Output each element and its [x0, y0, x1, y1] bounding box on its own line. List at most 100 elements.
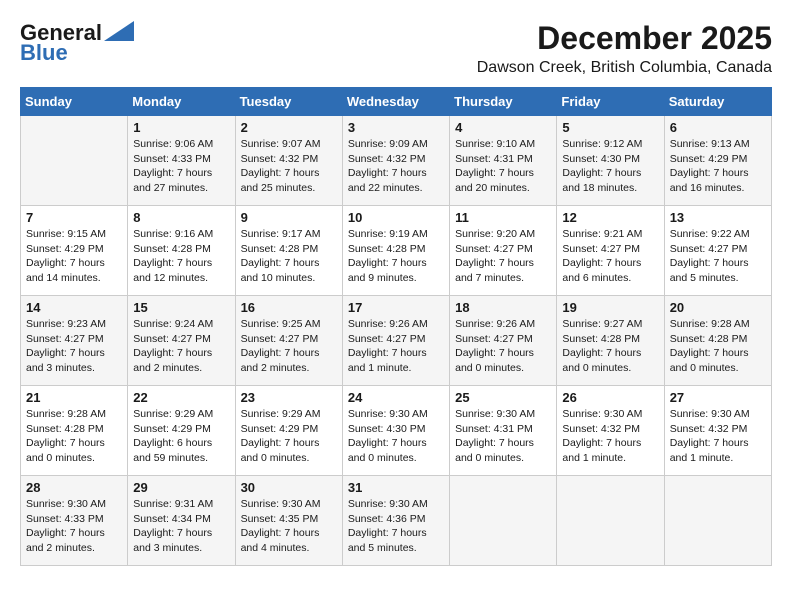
day-number: 5: [562, 120, 658, 135]
day-info: Sunrise: 9:15 AMSunset: 4:29 PMDaylight:…: [26, 227, 122, 286]
calendar-cell: 16 Sunrise: 9:25 AMSunset: 4:27 PMDayligh…: [235, 296, 342, 386]
header-saturday: Saturday: [664, 88, 771, 116]
day-number: 7: [26, 210, 122, 225]
day-number: 14: [26, 300, 122, 315]
day-number: 13: [670, 210, 766, 225]
day-info: Sunrise: 9:30 AMSunset: 4:30 PMDaylight:…: [348, 407, 444, 466]
day-number: 11: [455, 210, 551, 225]
day-info: Sunrise: 9:28 AMSunset: 4:28 PMDaylight:…: [26, 407, 122, 466]
day-number: 4: [455, 120, 551, 135]
calendar-cell: 5 Sunrise: 9:12 AMSunset: 4:30 PMDaylight…: [557, 116, 664, 206]
day-info: Sunrise: 9:30 AMSunset: 4:31 PMDaylight:…: [455, 407, 551, 466]
day-info: Sunrise: 9:29 AMSunset: 4:29 PMDaylight:…: [241, 407, 337, 466]
calendar-cell: [21, 116, 128, 206]
calendar-cell: 29 Sunrise: 9:31 AMSunset: 4:34 PMDayligh…: [128, 476, 235, 566]
day-number: 2: [241, 120, 337, 135]
calendar-cell: 26Sunrise: 9:30 AMSunset: 4:32 PMDayligh…: [557, 386, 664, 476]
header-tuesday: Tuesday: [235, 88, 342, 116]
day-info: Sunrise: 9:16 AMSunset: 4:28 PMDaylight:…: [133, 227, 229, 286]
header: General Blue December 2025 Dawson Creek,…: [20, 20, 772, 77]
day-info: Sunrise: 9:19 AMSunset: 4:28 PMDaylight:…: [348, 227, 444, 286]
calendar-cell: 2 Sunrise: 9:07 AMSunset: 4:32 PMDaylight…: [235, 116, 342, 206]
day-number: 3: [348, 120, 444, 135]
day-info: Sunrise: 9:10 AMSunset: 4:31 PMDaylight:…: [455, 137, 551, 196]
day-number: 28: [26, 480, 122, 495]
day-number: 20: [670, 300, 766, 315]
header-thursday: Thursday: [450, 88, 557, 116]
day-info: Sunrise: 9:23 AMSunset: 4:27 PMDaylight:…: [26, 317, 122, 376]
header-friday: Friday: [557, 88, 664, 116]
day-number: 9: [241, 210, 337, 225]
calendar-body: 1Sunrise: 9:06 AMSunset: 4:33 PMDaylight…: [21, 116, 772, 566]
calendar-cell: 8Sunrise: 9:16 AMSunset: 4:28 PMDaylight…: [128, 206, 235, 296]
title-area: December 2025 Dawson Creek, British Colu…: [477, 20, 772, 77]
day-info: Sunrise: 9:30 AMSunset: 4:33 PMDaylight:…: [26, 497, 122, 556]
day-number: 10: [348, 210, 444, 225]
calendar-header: SundayMondayTuesdayWednesdayThursdayFrid…: [21, 88, 772, 116]
calendar-table: SundayMondayTuesdayWednesdayThursdayFrid…: [20, 87, 772, 566]
main-title: December 2025: [477, 20, 772, 57]
calendar-cell: 13Sunrise: 9:22 AMSunset: 4:27 PMDayligh…: [664, 206, 771, 296]
calendar-cell: 22 Sunrise: 9:29 AMSunset: 4:29 PMDayligh…: [128, 386, 235, 476]
header-monday: Monday: [128, 88, 235, 116]
calendar-cell: 20 Sunrise: 9:28 AMSunset: 4:28 PMDayligh…: [664, 296, 771, 386]
day-info: Sunrise: 9:30 AMSunset: 4:35 PMDaylight:…: [241, 497, 337, 556]
day-number: 26: [562, 390, 658, 405]
day-info: Sunrise: 9:17 AMSunset: 4:28 PMDaylight:…: [241, 227, 337, 286]
logo-blue: Blue: [20, 40, 68, 66]
logo-icon: [104, 21, 134, 41]
day-info: Sunrise: 9:29 AMSunset: 4:29 PMDaylight:…: [133, 407, 229, 466]
calendar-cell: 19Sunrise: 9:27 AMSunset: 4:28 PMDayligh…: [557, 296, 664, 386]
day-info: Sunrise: 9:06 AMSunset: 4:33 PMDaylight:…: [133, 137, 229, 196]
calendar-cell: 27Sunrise: 9:30 AMSunset: 4:32 PMDayligh…: [664, 386, 771, 476]
day-info: Sunrise: 9:25 AMSunset: 4:27 PMDaylight:…: [241, 317, 337, 376]
day-info: Sunrise: 9:28 AMSunset: 4:28 PMDaylight:…: [670, 317, 766, 376]
day-info: Sunrise: 9:31 AMSunset: 4:34 PMDaylight:…: [133, 497, 229, 556]
day-info: Sunrise: 9:07 AMSunset: 4:32 PMDaylight:…: [241, 137, 337, 196]
week-row-4: 21Sunrise: 9:28 AMSunset: 4:28 PMDayligh…: [21, 386, 772, 476]
calendar-cell: 17Sunrise: 9:26 AMSunset: 4:27 PMDayligh…: [342, 296, 449, 386]
day-info: Sunrise: 9:26 AMSunset: 4:27 PMDaylight:…: [455, 317, 551, 376]
calendar-cell: 30 Sunrise: 9:30 AMSunset: 4:35 PMDayligh…: [235, 476, 342, 566]
day-info: Sunrise: 9:13 AMSunset: 4:29 PMDaylight:…: [670, 137, 766, 196]
week-row-2: 7 Sunrise: 9:15 AMSunset: 4:29 PMDaylight…: [21, 206, 772, 296]
week-row-3: 14 Sunrise: 9:23 AMSunset: 4:27 PMDayligh…: [21, 296, 772, 386]
day-number: 25: [455, 390, 551, 405]
day-number: 30: [241, 480, 337, 495]
calendar-cell: 28 Sunrise: 9:30 AMSunset: 4:33 PMDayligh…: [21, 476, 128, 566]
day-number: 18: [455, 300, 551, 315]
day-info: Sunrise: 9:20 AMSunset: 4:27 PMDaylight:…: [455, 227, 551, 286]
calendar-cell: [450, 476, 557, 566]
day-number: 27: [670, 390, 766, 405]
day-number: 12: [562, 210, 658, 225]
calendar-cell: 6 Sunrise: 9:13 AMSunset: 4:29 PMDaylight…: [664, 116, 771, 206]
calendar-cell: 14 Sunrise: 9:23 AMSunset: 4:27 PMDayligh…: [21, 296, 128, 386]
week-row-5: 28 Sunrise: 9:30 AMSunset: 4:33 PMDayligh…: [21, 476, 772, 566]
calendar-cell: [664, 476, 771, 566]
calendar-cell: 25 Sunrise: 9:30 AMSunset: 4:31 PMDayligh…: [450, 386, 557, 476]
calendar-cell: 18 Sunrise: 9:26 AMSunset: 4:27 PMDayligh…: [450, 296, 557, 386]
day-number: 22: [133, 390, 229, 405]
calendar-cell: 11 Sunrise: 9:20 AMSunset: 4:27 PMDayligh…: [450, 206, 557, 296]
calendar-cell: 7 Sunrise: 9:15 AMSunset: 4:29 PMDaylight…: [21, 206, 128, 296]
calendar-cell: 31Sunrise: 9:30 AMSunset: 4:36 PMDayligh…: [342, 476, 449, 566]
calendar-cell: 10 Sunrise: 9:19 AMSunset: 4:28 PMDayligh…: [342, 206, 449, 296]
day-number: 31: [348, 480, 444, 495]
day-info: Sunrise: 9:27 AMSunset: 4:28 PMDaylight:…: [562, 317, 658, 376]
day-info: Sunrise: 9:09 AMSunset: 4:32 PMDaylight:…: [348, 137, 444, 196]
header-sunday: Sunday: [21, 88, 128, 116]
day-number: 6: [670, 120, 766, 135]
header-row: SundayMondayTuesdayWednesdayThursdayFrid…: [21, 88, 772, 116]
day-number: 15: [133, 300, 229, 315]
calendar-cell: 3 Sunrise: 9:09 AMSunset: 4:32 PMDaylight…: [342, 116, 449, 206]
day-number: 29: [133, 480, 229, 495]
day-number: 23: [241, 390, 337, 405]
day-number: 16: [241, 300, 337, 315]
day-info: Sunrise: 9:12 AMSunset: 4:30 PMDaylight:…: [562, 137, 658, 196]
calendar-cell: 24Sunrise: 9:30 AMSunset: 4:30 PMDayligh…: [342, 386, 449, 476]
day-info: Sunrise: 9:21 AMSunset: 4:27 PMDaylight:…: [562, 227, 658, 286]
calendar-cell: 12 Sunrise: 9:21 AMSunset: 4:27 PMDayligh…: [557, 206, 664, 296]
calendar-cell: 9 Sunrise: 9:17 AMSunset: 4:28 PMDaylight…: [235, 206, 342, 296]
day-info: Sunrise: 9:26 AMSunset: 4:27 PMDaylight:…: [348, 317, 444, 376]
calendar-cell: 21Sunrise: 9:28 AMSunset: 4:28 PMDayligh…: [21, 386, 128, 476]
